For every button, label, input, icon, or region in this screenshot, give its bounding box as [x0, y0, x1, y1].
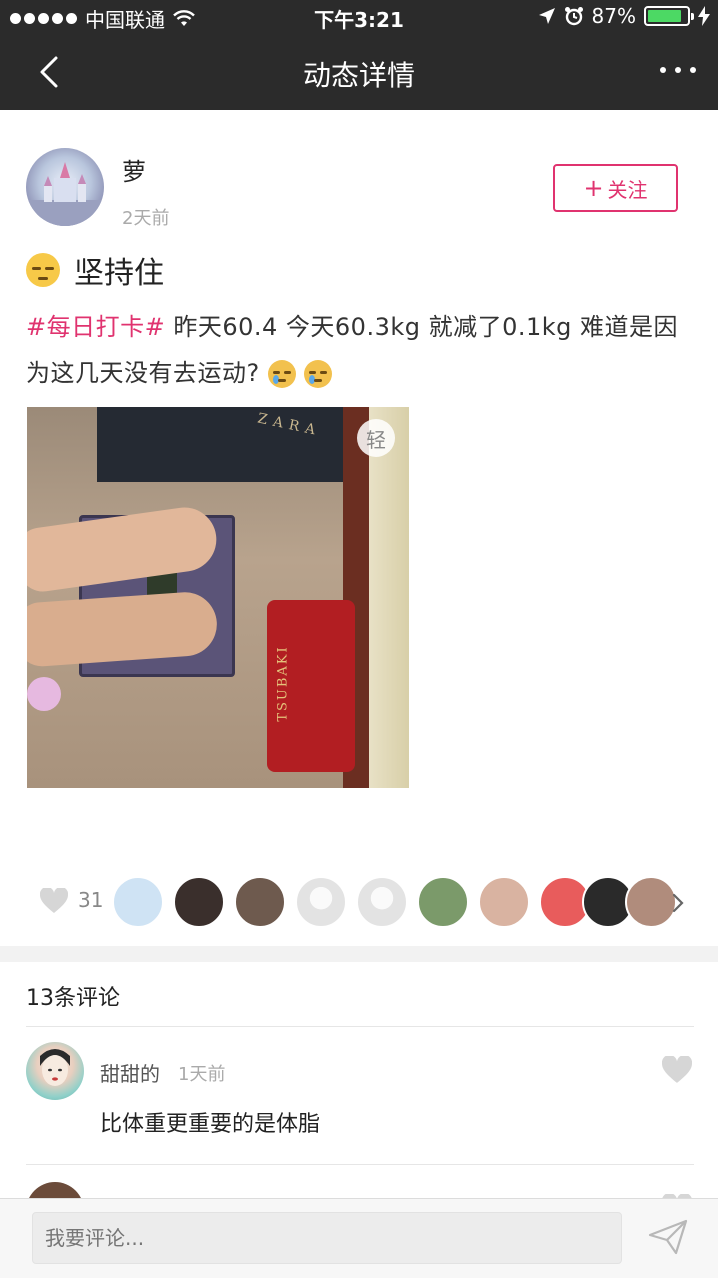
- author-name[interactable]: 萝: [122, 152, 146, 187]
- post-title: 坚持住: [74, 256, 164, 291]
- comments-count-title: 13条评论: [26, 986, 120, 1011]
- post-body: #每日打卡# 昨天60.4 今天60.3kg 就减了0.1kg 难道是因为这几天…: [26, 304, 696, 396]
- liker-avatar[interactable]: [234, 876, 286, 928]
- comment-author[interactable]: 甜甜的: [100, 1058, 160, 1087]
- photo-wall: [369, 407, 409, 788]
- likes-row: 31: [0, 872, 718, 930]
- loudly-crying-face-emoji-icon: [304, 360, 333, 388]
- like-count: 31: [78, 888, 104, 912]
- comment-input[interactable]: [32, 1212, 622, 1264]
- follow-label: 关注: [607, 177, 648, 202]
- chevron-right-icon[interactable]: [670, 892, 686, 914]
- post-time: 2天前: [122, 208, 170, 229]
- more-options-button[interactable]: [652, 58, 696, 82]
- comment-text: 比体重更重要的是体脂: [100, 1112, 321, 1137]
- battery-percent: 87%: [591, 4, 636, 28]
- photo-badge: 轻: [357, 419, 395, 457]
- liker-avatar[interactable]: [295, 876, 347, 928]
- castle-avatar-image: [26, 162, 104, 226]
- hashtag-link[interactable]: #每日打卡#: [26, 313, 165, 341]
- author-avatar[interactable]: [26, 148, 104, 226]
- charging-bolt-icon: [698, 6, 710, 26]
- post-photo[interactable]: ZARA TSUBAKI 轻: [27, 407, 409, 788]
- divider: [26, 1026, 694, 1027]
- liker-avatar[interactable]: [112, 876, 164, 928]
- divider: [26, 1164, 694, 1165]
- nav-bar: 动态详情: [0, 34, 718, 110]
- liker-avatar[interactable]: [356, 876, 408, 928]
- location-arrow-icon: [538, 8, 555, 24]
- liker-avatar[interactable]: [173, 876, 225, 928]
- liker-avatar[interactable]: [417, 876, 469, 928]
- like-heart-icon[interactable]: [40, 888, 68, 914]
- post-title-row: 坚持住: [26, 248, 164, 292]
- status-right: 87%: [538, 4, 710, 28]
- plus-icon: +: [583, 174, 604, 202]
- photo-pink-object: [27, 677, 61, 711]
- photo-bag-brand: ZARA: [256, 410, 323, 440]
- alarm-clock-icon: [564, 7, 583, 26]
- send-icon[interactable]: [648, 1219, 688, 1255]
- comment-like-heart-icon[interactable]: [662, 1056, 692, 1084]
- more-dots-icon: [660, 67, 666, 73]
- unamused-face-emoji-icon: [26, 253, 60, 287]
- comment-time: 1天前: [178, 1064, 226, 1085]
- section-divider: [0, 946, 718, 962]
- comment-input-bar: [0, 1198, 718, 1278]
- battery-icon: [644, 6, 694, 26]
- photo-feet: [27, 503, 221, 668]
- commenter-avatar-image: [40, 1049, 70, 1086]
- status-bar: 中国联通 下午3:21 87%: [0, 0, 718, 34]
- page-title: 动态详情: [302, 59, 415, 92]
- photo-red-mat: TSUBAKI: [267, 600, 355, 772]
- crying-face-emoji-icon: [267, 360, 296, 388]
- commenter-avatar[interactable]: [26, 1042, 84, 1100]
- photo-mat-brand: TSUBAKI: [275, 645, 291, 722]
- follow-button[interactable]: + 关注: [553, 164, 678, 212]
- liker-avatar[interactable]: [478, 876, 530, 928]
